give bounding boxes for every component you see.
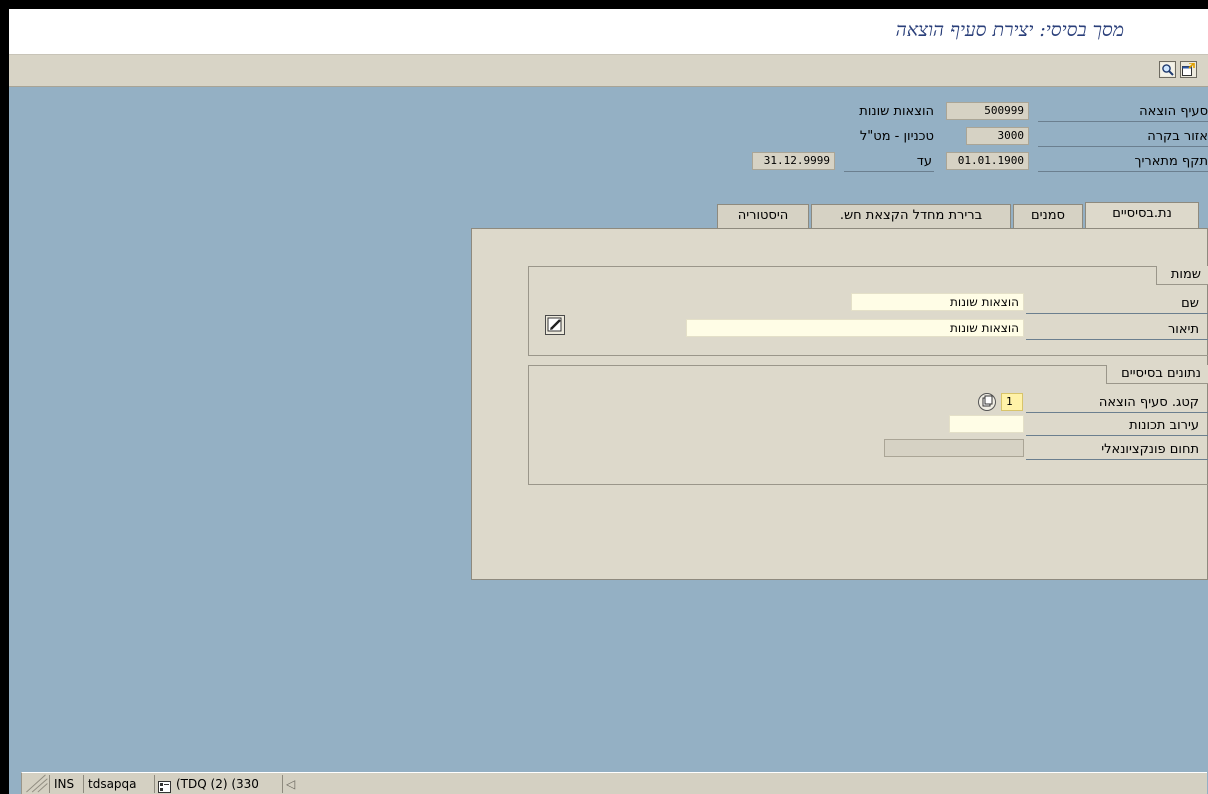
label-underline bbox=[1026, 412, 1208, 413]
tab-basic-data[interactable]: נת.בסיסיים bbox=[1085, 202, 1199, 228]
label-underline bbox=[844, 171, 934, 172]
label-underline bbox=[1026, 313, 1208, 314]
label-underline bbox=[1038, 146, 1208, 147]
valid-from-label: תקף מתאריך bbox=[1134, 154, 1208, 169]
cost-element-category-label: קטג. סעיף הוצאה bbox=[1098, 395, 1199, 410]
sap-window: מסך בסיסי: יצירת סעיף הוצאה סעיף הוצאה 5… bbox=[9, 9, 1208, 794]
label-underline bbox=[1038, 121, 1208, 122]
functional-area-field bbox=[884, 439, 1024, 457]
functional-area-label: תחום פונקציונאלי bbox=[1101, 442, 1199, 457]
basic-data-group-title: נתונים בסיסיים bbox=[1106, 365, 1208, 384]
status-separator bbox=[83, 775, 84, 793]
basic-data-group: נתונים בסיסיים קטג. סעיף הוצאה 1 עירוב ת… bbox=[528, 365, 1208, 485]
status-bar: INS tdsapqa (TDQ (2) (330 ◁ bbox=[21, 772, 1207, 794]
resize-grip-icon[interactable] bbox=[22, 773, 48, 793]
controlling-area-label: אזור בקרה bbox=[1147, 129, 1208, 144]
cost-element-label: סעיף הוצאה bbox=[1139, 104, 1208, 119]
attribute-mix-field[interactable] bbox=[949, 415, 1024, 433]
server-name: tdsapqa bbox=[88, 777, 137, 791]
edit-long-text-icon[interactable] bbox=[545, 315, 565, 335]
scroll-left-icon[interactable]: ◁ bbox=[286, 774, 295, 794]
status-separator bbox=[49, 775, 50, 793]
cost-element-category-field[interactable]: 1 bbox=[1001, 393, 1023, 411]
names-group-title: שמות bbox=[1155, 266, 1208, 285]
valid-from-field: 01.01.1900 bbox=[946, 152, 1029, 170]
title-bar: מסך בסיסי: יצירת סעיף הוצאה bbox=[9, 9, 1208, 55]
valid-to-field: 31.12.9999 bbox=[752, 152, 835, 170]
name-label: שם bbox=[1181, 296, 1199, 311]
tab-indicators[interactable]: סמנים bbox=[1013, 204, 1083, 228]
attribute-mix-label: עירוב תכונות bbox=[1129, 418, 1199, 433]
application-toolbar bbox=[9, 55, 1208, 87]
description-label: תיאור bbox=[1167, 322, 1199, 337]
tab-default-account-assignment[interactable]: ברירת מחדל הקצאת חש. bbox=[811, 204, 1011, 228]
label-underline bbox=[1026, 339, 1208, 340]
label-underline bbox=[1038, 171, 1208, 172]
cost-element-description: הוצאות שונות bbox=[859, 104, 934, 119]
insert-mode-indicator: INS bbox=[54, 777, 75, 791]
valid-to-label: עד bbox=[916, 154, 932, 169]
name-field[interactable]: הוצאות שונות bbox=[851, 293, 1024, 311]
description-field[interactable]: הוצאות שונות bbox=[686, 319, 1024, 337]
controlling-area-description: טכניון - מט"ל bbox=[859, 129, 934, 144]
find-icon[interactable] bbox=[1159, 61, 1176, 78]
window-title: מסך בסיסי: יצירת סעיף הוצאה bbox=[895, 19, 1124, 41]
status-separator bbox=[282, 775, 283, 793]
label-underline bbox=[1026, 435, 1208, 436]
possible-entries-icon[interactable] bbox=[978, 393, 996, 411]
status-separator bbox=[154, 775, 155, 793]
names-group: שמות שם הוצאות שונות תיאור הוצאות שונות bbox=[528, 266, 1208, 356]
tab-history[interactable]: היסטוריה bbox=[717, 204, 809, 228]
system-info: (TDQ (2) (330 bbox=[176, 777, 259, 791]
label-underline bbox=[1026, 459, 1208, 460]
new-window-icon[interactable] bbox=[1180, 61, 1197, 78]
system-info-icon[interactable] bbox=[158, 777, 171, 794]
tab-panel-basic-data: שמות שם הוצאות שונות תיאור הוצאות שונות … bbox=[471, 228, 1208, 580]
cost-element-field: 500999 bbox=[946, 102, 1029, 120]
controlling-area-field: 3000 bbox=[966, 127, 1029, 145]
